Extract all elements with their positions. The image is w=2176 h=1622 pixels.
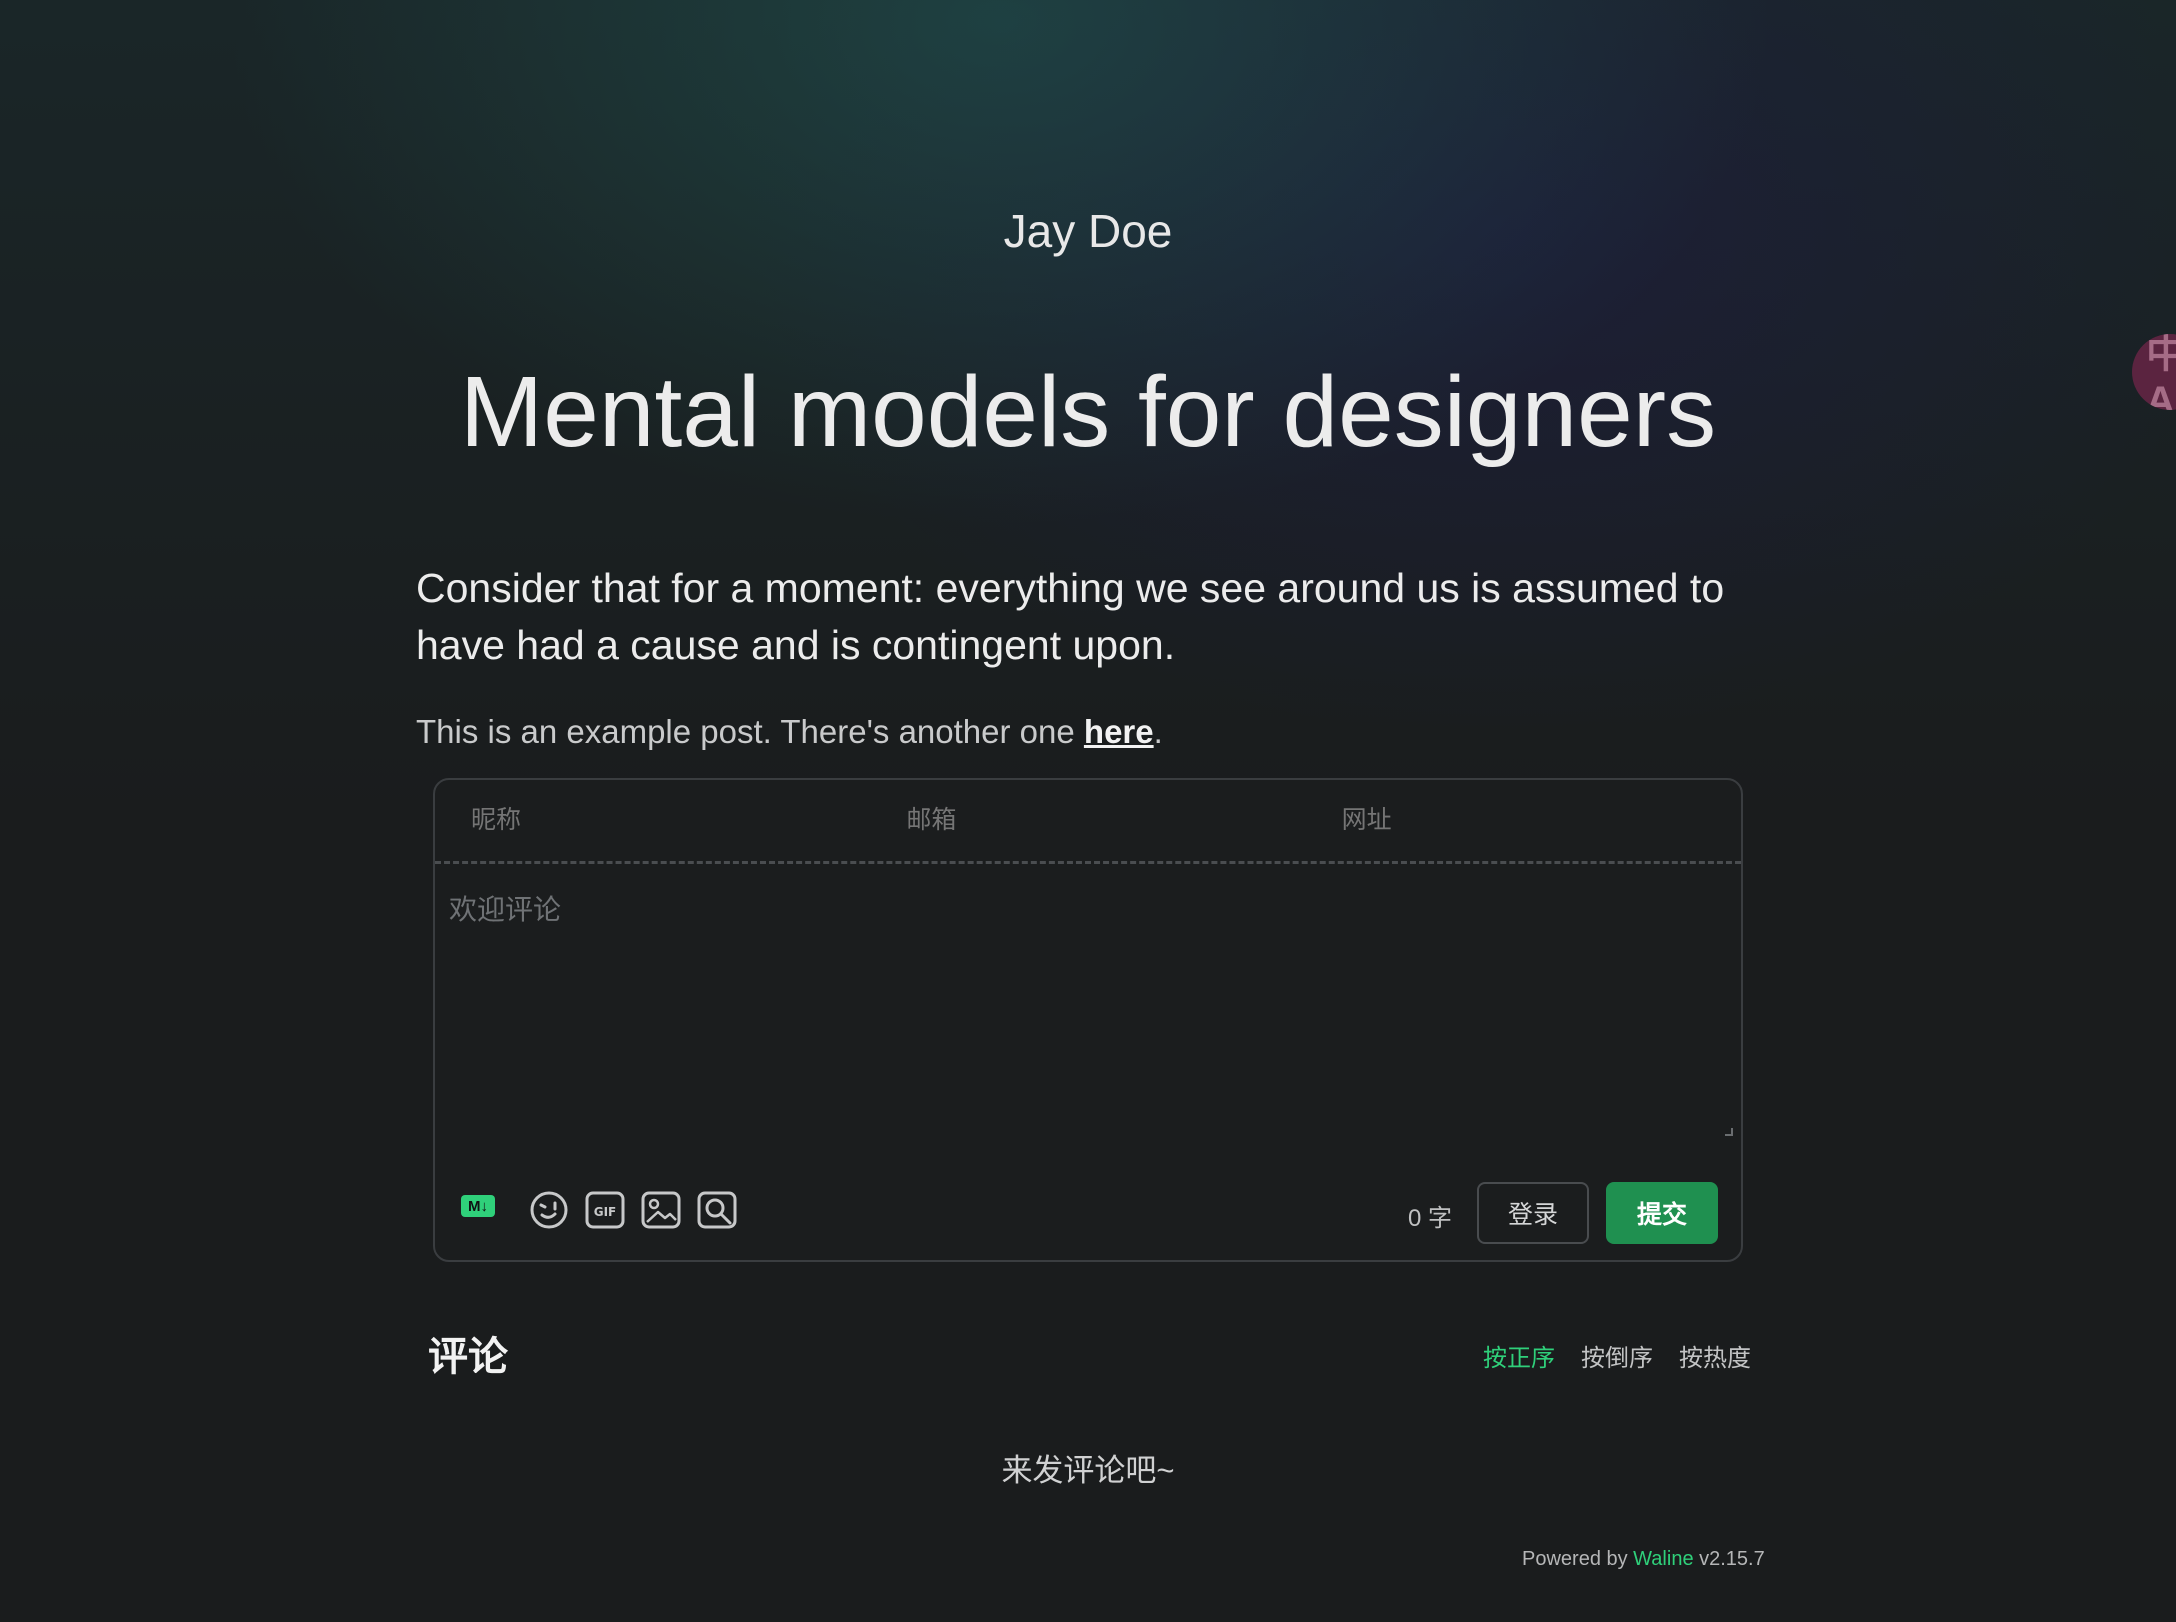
comment-toolbar: M↓ GIF — [461, 1190, 737, 1230]
emoji-icon[interactable] — [529, 1190, 569, 1230]
resize-handle[interactable] — [1725, 1128, 1733, 1136]
example-note-suffix: . — [1153, 713, 1163, 750]
submit-button[interactable]: 提交 — [1606, 1182, 1718, 1244]
comment-meta-row — [435, 779, 1741, 864]
sort-descending[interactable]: 按倒序 — [1581, 1338, 1653, 1373]
powered-by: Powered by Waline v2.15.7 — [1522, 1548, 1765, 1571]
login-button[interactable]: 登录 — [1477, 1182, 1589, 1244]
author-name: Jay Doe — [1003, 205, 1173, 257]
markdown-icon[interactable]: M↓ — [461, 1195, 495, 1217]
word-count-unit: 字 — [1428, 1205, 1453, 1232]
sort-ascending[interactable]: 按正序 — [1483, 1338, 1555, 1373]
comment-form: 欢迎评论 M↓ GIF — [433, 778, 1743, 1262]
sort-hot[interactable]: 按热度 — [1679, 1338, 1751, 1373]
email-input[interactable] — [870, 779, 1306, 862]
language-toggle-label: 中A — [2146, 334, 2176, 410]
svg-text:GIF: GIF — [594, 1205, 617, 1219]
page: Jay Doe Mental models for designers Cons… — [0, 0, 2176, 1622]
website-input[interactable] — [1305, 779, 1741, 862]
gif-icon[interactable]: GIF — [585, 1190, 625, 1230]
comments-title: 评论 — [428, 1335, 508, 1379]
lead-paragraph: Consider that for a moment: everything w… — [416, 565, 1725, 668]
page-title: Mental models for designers — [459, 356, 1717, 468]
waline-link[interactable]: Waline — [1633, 1548, 1693, 1570]
nickname-input[interactable] — [435, 779, 871, 862]
version-text: v2.15.7 — [1693, 1548, 1765, 1570]
sort-options: 按正序 按倒序 按热度 — [1483, 1338, 1751, 1373]
image-icon[interactable] — [641, 1190, 681, 1230]
here-link[interactable]: here — [1084, 713, 1154, 750]
preview-icon[interactable] — [697, 1190, 737, 1230]
example-note-text: This is an example post. There's another… — [416, 713, 1084, 750]
powered-prefix: Powered by — [1522, 1548, 1634, 1570]
example-note: This is an example post. There's another… — [416, 712, 1163, 752]
word-count: 0 字 — [1408, 1198, 1452, 1233]
empty-comments-text: 来发评论吧~ — [1001, 1453, 1175, 1488]
word-count-value: 0 — [1408, 1205, 1422, 1232]
comment-editor[interactable]: 欢迎评论 — [449, 888, 561, 928]
